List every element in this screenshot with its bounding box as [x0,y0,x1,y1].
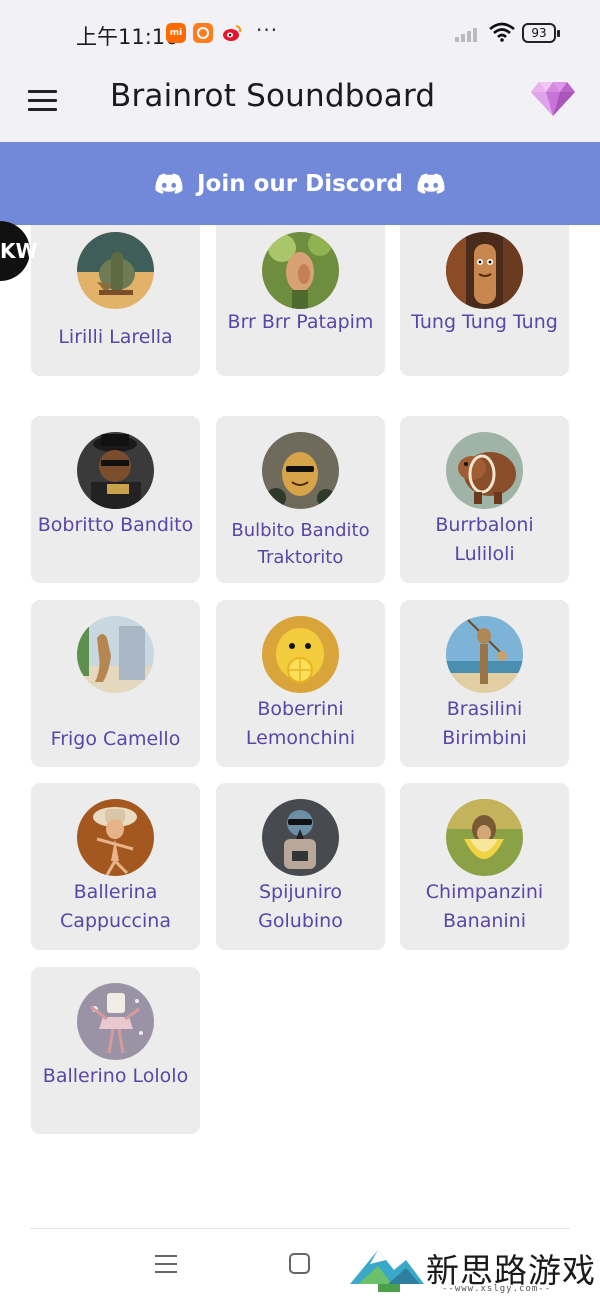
avatar [446,616,523,693]
sound-tile-spijuniro-golubino[interactable]: Spijuniro Golubino [216,783,385,950]
sound-tile-lirilli-larella[interactable]: Lirilli Larella [31,225,200,376]
weibo-icon [221,23,242,43]
sound-tile-brasilini-birimbini[interactable]: Brasilini Birimbini [400,600,569,767]
avatar [446,432,523,509]
join-discord-banner[interactable]: Join our Discord [0,142,600,225]
hamburger-menu-icon[interactable] [28,88,58,112]
discord-icon [155,173,183,194]
avatar [77,616,154,693]
sound-tile-label: Lirilli Larella [58,326,173,348]
watermark-url: --www.xslgy.com-- [442,1284,552,1294]
sound-tile-boberrini-lemonchini[interactable]: Boberrini Lemonchini [216,600,385,767]
sound-tile-label: Boberrini Lemonchini [245,698,356,749]
sound-tile-label: Bobritto Bandito [37,514,194,536]
sound-tile-bulbito-bandito-traktorito[interactable]: Bulbito Bandito Traktorito [216,416,385,583]
watermark-logo-icon [350,1250,424,1292]
recent-apps-icon[interactable] [155,1254,178,1274]
sound-tile-ballerina-cappuccina[interactable]: Ballerina Cappuccina [31,783,200,950]
avatar [77,799,154,876]
avatar [446,799,523,876]
avatar [262,616,339,693]
home-icon[interactable] [289,1253,310,1274]
sound-tile-chimpanzini-bananini[interactable]: Chimpanzini Bananini [400,783,569,950]
sound-tile-label: Frigo Camello [50,728,181,750]
app-bar: Brainrot Soundboard [0,68,600,142]
mi-app-icon: mi [166,23,186,43]
avatar [77,232,154,309]
status-time: 上午11:16 [76,25,179,49]
sound-tile-label: Brr Brr Patapim [227,311,374,333]
avatar [77,432,154,509]
sound-tile-frigo-camello[interactable]: Frigo Camello [31,600,200,767]
sound-tile-burrbaloni-luliloli[interactable]: Burrbaloni Luliloli [400,416,569,583]
watermark: 新思路游戏 --www.xslgy.com-- [348,1240,600,1300]
sound-tile-bobritto-bandito[interactable]: Bobritto Bandito [31,416,200,583]
avatar [446,232,523,309]
kw-badge-label: KW [0,239,38,263]
sound-tile-label: Chimpanzini Bananini [425,881,544,932]
sound-tile-label: Burrbaloni Luliloli [435,514,534,565]
signal-icon [455,26,483,46]
kw-floating-badge[interactable]: KW [0,221,38,281]
status-bar: 上午11:16 mi ··· 93 [0,0,600,68]
discord-icon [417,173,445,194]
battery-indicator: 93 [522,23,560,43]
sound-tile-label: Bulbito Bandito Traktorito [231,520,370,568]
bottom-divider [30,1228,570,1229]
app-screen: 上午11:16 mi ··· 93 Brainrot Soundboard Jo… [0,0,600,1300]
avatar [77,983,154,1060]
sound-tile-ballerino-lololo[interactable]: Ballerino Lololo [31,967,200,1134]
wifi-icon [489,22,515,46]
sound-tile-brr-brr-patapim[interactable]: Brr Brr Patapim [216,225,385,376]
app-icon [193,23,213,43]
sound-tile-label: Brasilini Birimbini [442,698,527,749]
diamond-icon[interactable] [531,80,575,116]
avatar [262,232,339,309]
sound-tile-label: Tung Tung Tung [411,311,558,333]
avatar [262,799,339,876]
sound-tile-label: Spijuniro Golubino [258,881,343,932]
sound-tile-label: Ballerino Lololo [42,1065,189,1087]
more-notifications-icon: ··· [256,18,279,42]
app-title: Brainrot Soundboard [110,78,436,114]
sound-tile-tung-tung-tung[interactable]: Tung Tung Tung [400,225,569,376]
sound-tile-label: Ballerina Cappuccina [60,881,171,932]
avatar [262,432,339,509]
sound-grid: Lirilli Larella Brr Brr Patapim Tung Tun… [0,225,600,1225]
discord-label: Join our Discord [196,170,404,197]
